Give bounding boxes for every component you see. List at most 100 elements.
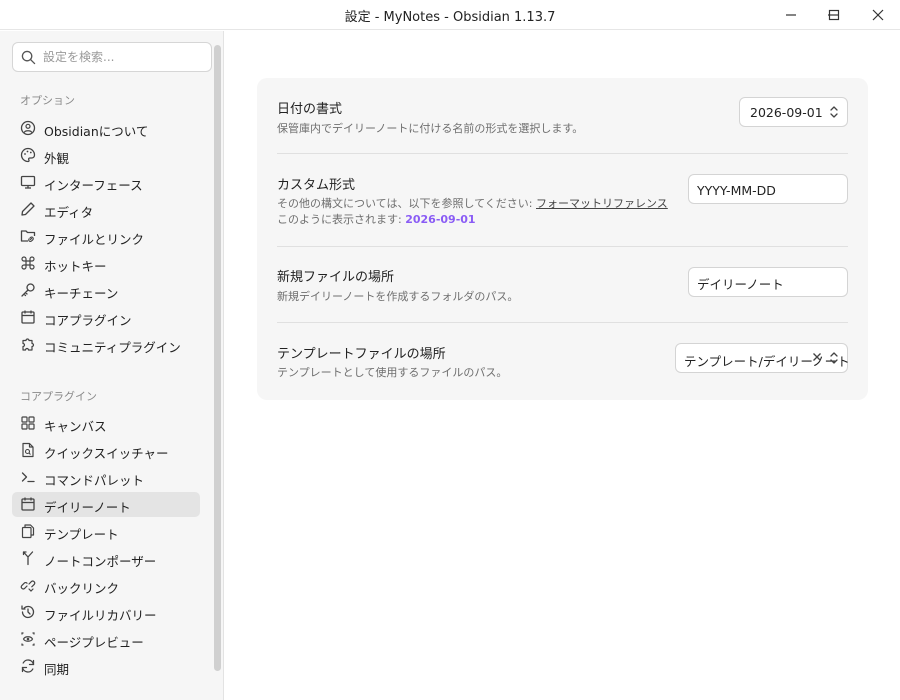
backlink-icon (20, 580, 36, 592)
new-file-location-field[interactable] (688, 267, 848, 297)
sidebar-item-label: キーチェーン (44, 286, 119, 301)
date-format-dropdown[interactable]: 2026-09-01 (739, 97, 848, 127)
puzzle-icon (22, 338, 35, 351)
pen-icon (21, 202, 35, 216)
minimize-icon (786, 14, 796, 16)
sidebar-item-appearance[interactable]: 外観 (12, 143, 200, 168)
custom-format-preview: このように表示されます: 2026-09-01 (277, 211, 476, 227)
key-icon (21, 283, 35, 297)
sidebar-item-label: テンプレート (44, 527, 119, 542)
custom-format-preview-value: 2026-09-01 (405, 213, 476, 226)
sidebar-item-note-composer[interactable]: ノートコンポーザー (12, 546, 200, 571)
calendar-icon (21, 310, 35, 324)
window-title: 設定 - MyNotes - Obsidian 1.13.7 (344, 10, 556, 25)
sidebar-item-community-plugins[interactable]: コミュニティプラグイン (12, 332, 200, 357)
sidebar-item-about[interactable]: Obsidianについて (12, 116, 200, 141)
sidebar-item-keychain[interactable]: キーチェーン (12, 278, 200, 303)
clear-icon[interactable] (812, 352, 822, 362)
sync-icon (21, 659, 35, 673)
sidebar-item-label: クイックスイッチャー (44, 446, 169, 461)
sidebar-item-label: ページプレビュー (44, 635, 144, 650)
date-format-description: 保管庫内でデイリーノートに付ける名前の形式を選択します。 (277, 122, 584, 135)
settings-search-input[interactable] (43, 48, 203, 66)
new-file-location-title: 新規ファイルの場所 (277, 270, 395, 285)
daily-notes-settings-panel: 日付の書式 保管庫内でデイリーノートに付ける名前の形式を選択します。 2026-… (257, 78, 868, 400)
sidebar-item-file-recovery[interactable]: ファイルリカバリー (12, 600, 200, 625)
sidebar-item-interface[interactable]: インターフェース (12, 170, 200, 195)
sidebar-item-backlinks[interactable]: バックリンク (12, 573, 200, 598)
date-format-value: 2026-09-01 (750, 105, 823, 120)
sidebar-scrollbar[interactable] (214, 45, 221, 671)
sidebar-item-core-plugins[interactable]: コアプラグイン (12, 305, 200, 330)
custom-format-field[interactable] (688, 174, 848, 204)
custom-format-input[interactable] (697, 181, 837, 199)
sidebar-item-label: コミュニティプラグイン (44, 340, 181, 355)
new-file-location-input[interactable] (697, 274, 837, 292)
sidebar-item-label: 同期 (44, 662, 70, 677)
files-icon (21, 524, 35, 539)
sidebar-item-label: ホットキー (44, 259, 107, 274)
monitor-icon (20, 175, 36, 189)
divider (277, 153, 848, 154)
chevron-updown-icon (830, 106, 838, 118)
sidebar-item-label: デイリーノート (44, 500, 131, 515)
sidebar-item-canvas[interactable]: キャンバス (12, 411, 200, 436)
close-button[interactable] (856, 0, 900, 30)
sidebar-item-label: ファイルとリンク (44, 232, 145, 247)
sidebar-item-label: ファイルリカバリー (44, 608, 157, 623)
options-section-title: オプション (20, 94, 75, 107)
sidebar-item-daily-notes[interactable]: デイリーノート (12, 492, 200, 517)
sidebar-item-label: エディタ (44, 205, 94, 220)
history-icon (21, 605, 35, 619)
sidebar-item-label: Obsidianについて (44, 124, 149, 139)
sidebar-item-templates[interactable]: テンプレート (12, 519, 200, 544)
chevron-updown-icon (830, 352, 838, 364)
layout-grid-icon (21, 416, 35, 430)
sidebar-item-label: コアプラグイン (44, 313, 132, 328)
maximize-icon (828, 9, 840, 21)
core-plugins-section-title: コアプラグイン (20, 390, 97, 403)
custom-format-description: その他の構文については、以下を参照してください: フォーマットリファレンス (277, 195, 668, 211)
calendar-icon (21, 497, 35, 511)
settings-search[interactable] (12, 42, 212, 72)
sidebar-item-label: ノートコンポーザー (44, 554, 157, 569)
sidebar-item-page-preview[interactable]: ページプレビュー (12, 627, 200, 652)
date-format-title: 日付の書式 (277, 102, 343, 117)
sidebar-item-label: バックリンク (44, 581, 120, 596)
sidebar-item-label: コマンドパレット (44, 473, 145, 488)
info-circle-icon (20, 120, 36, 136)
sidebar-item-label: 外観 (44, 151, 70, 166)
sidebar-item-hotkeys[interactable]: ホットキー (12, 251, 200, 276)
template-location-description: テンプレートとして使用するファイルのパス。 (277, 366, 508, 379)
sidebar-item-editor[interactable]: エディタ (12, 197, 200, 222)
custom-format-title: カスタム形式 (277, 178, 356, 193)
template-location-value: テンプレート/デイリーノート (684, 354, 850, 369)
settings-sidebar: オプション Obsidianについて 外観 インターフェース エディタ ファイル… (0, 31, 224, 700)
template-location-title: テンプレートファイルの場所 (277, 347, 446, 362)
sidebar-item-sync[interactable]: 同期 (12, 654, 200, 679)
search-icon (21, 50, 36, 65)
sidebar-item-label: インターフェース (44, 178, 143, 193)
file-search-icon (22, 442, 34, 458)
sidebar-item-files-links[interactable]: ファイルとリンク (12, 224, 200, 249)
command-icon (21, 256, 35, 270)
divider (277, 322, 848, 323)
merge-icon (22, 551, 34, 566)
minimize-button-area[interactable] (769, 0, 813, 30)
new-file-location-description: 新規デイリーノートを作成するフォルダのパス。 (277, 290, 519, 303)
sidebar-item-label: キャンバス (44, 419, 107, 434)
terminal-icon (21, 472, 35, 483)
title-bar: 設定 - MyNotes - Obsidian 1.13.7 (0, 0, 900, 30)
format-reference-link[interactable]: フォーマットリファレンス (536, 197, 668, 210)
sidebar-item-quick-switcher[interactable]: クイックスイッチャー (12, 438, 200, 463)
eye-icon (21, 632, 35, 646)
maximize-button[interactable] (812, 0, 856, 30)
palette-icon (20, 147, 36, 163)
close-icon (872, 9, 884, 21)
divider (277, 246, 848, 247)
custom-format-description-text: その他の構文については、以下を参照してください: (277, 197, 536, 210)
template-location-dropdown[interactable]: テンプレート/デイリーノート (675, 343, 850, 373)
custom-format-preview-label: このように表示されます: (277, 213, 406, 226)
folder-link-icon (20, 230, 36, 242)
sidebar-item-command-palette[interactable]: コマンドパレット (12, 465, 200, 490)
